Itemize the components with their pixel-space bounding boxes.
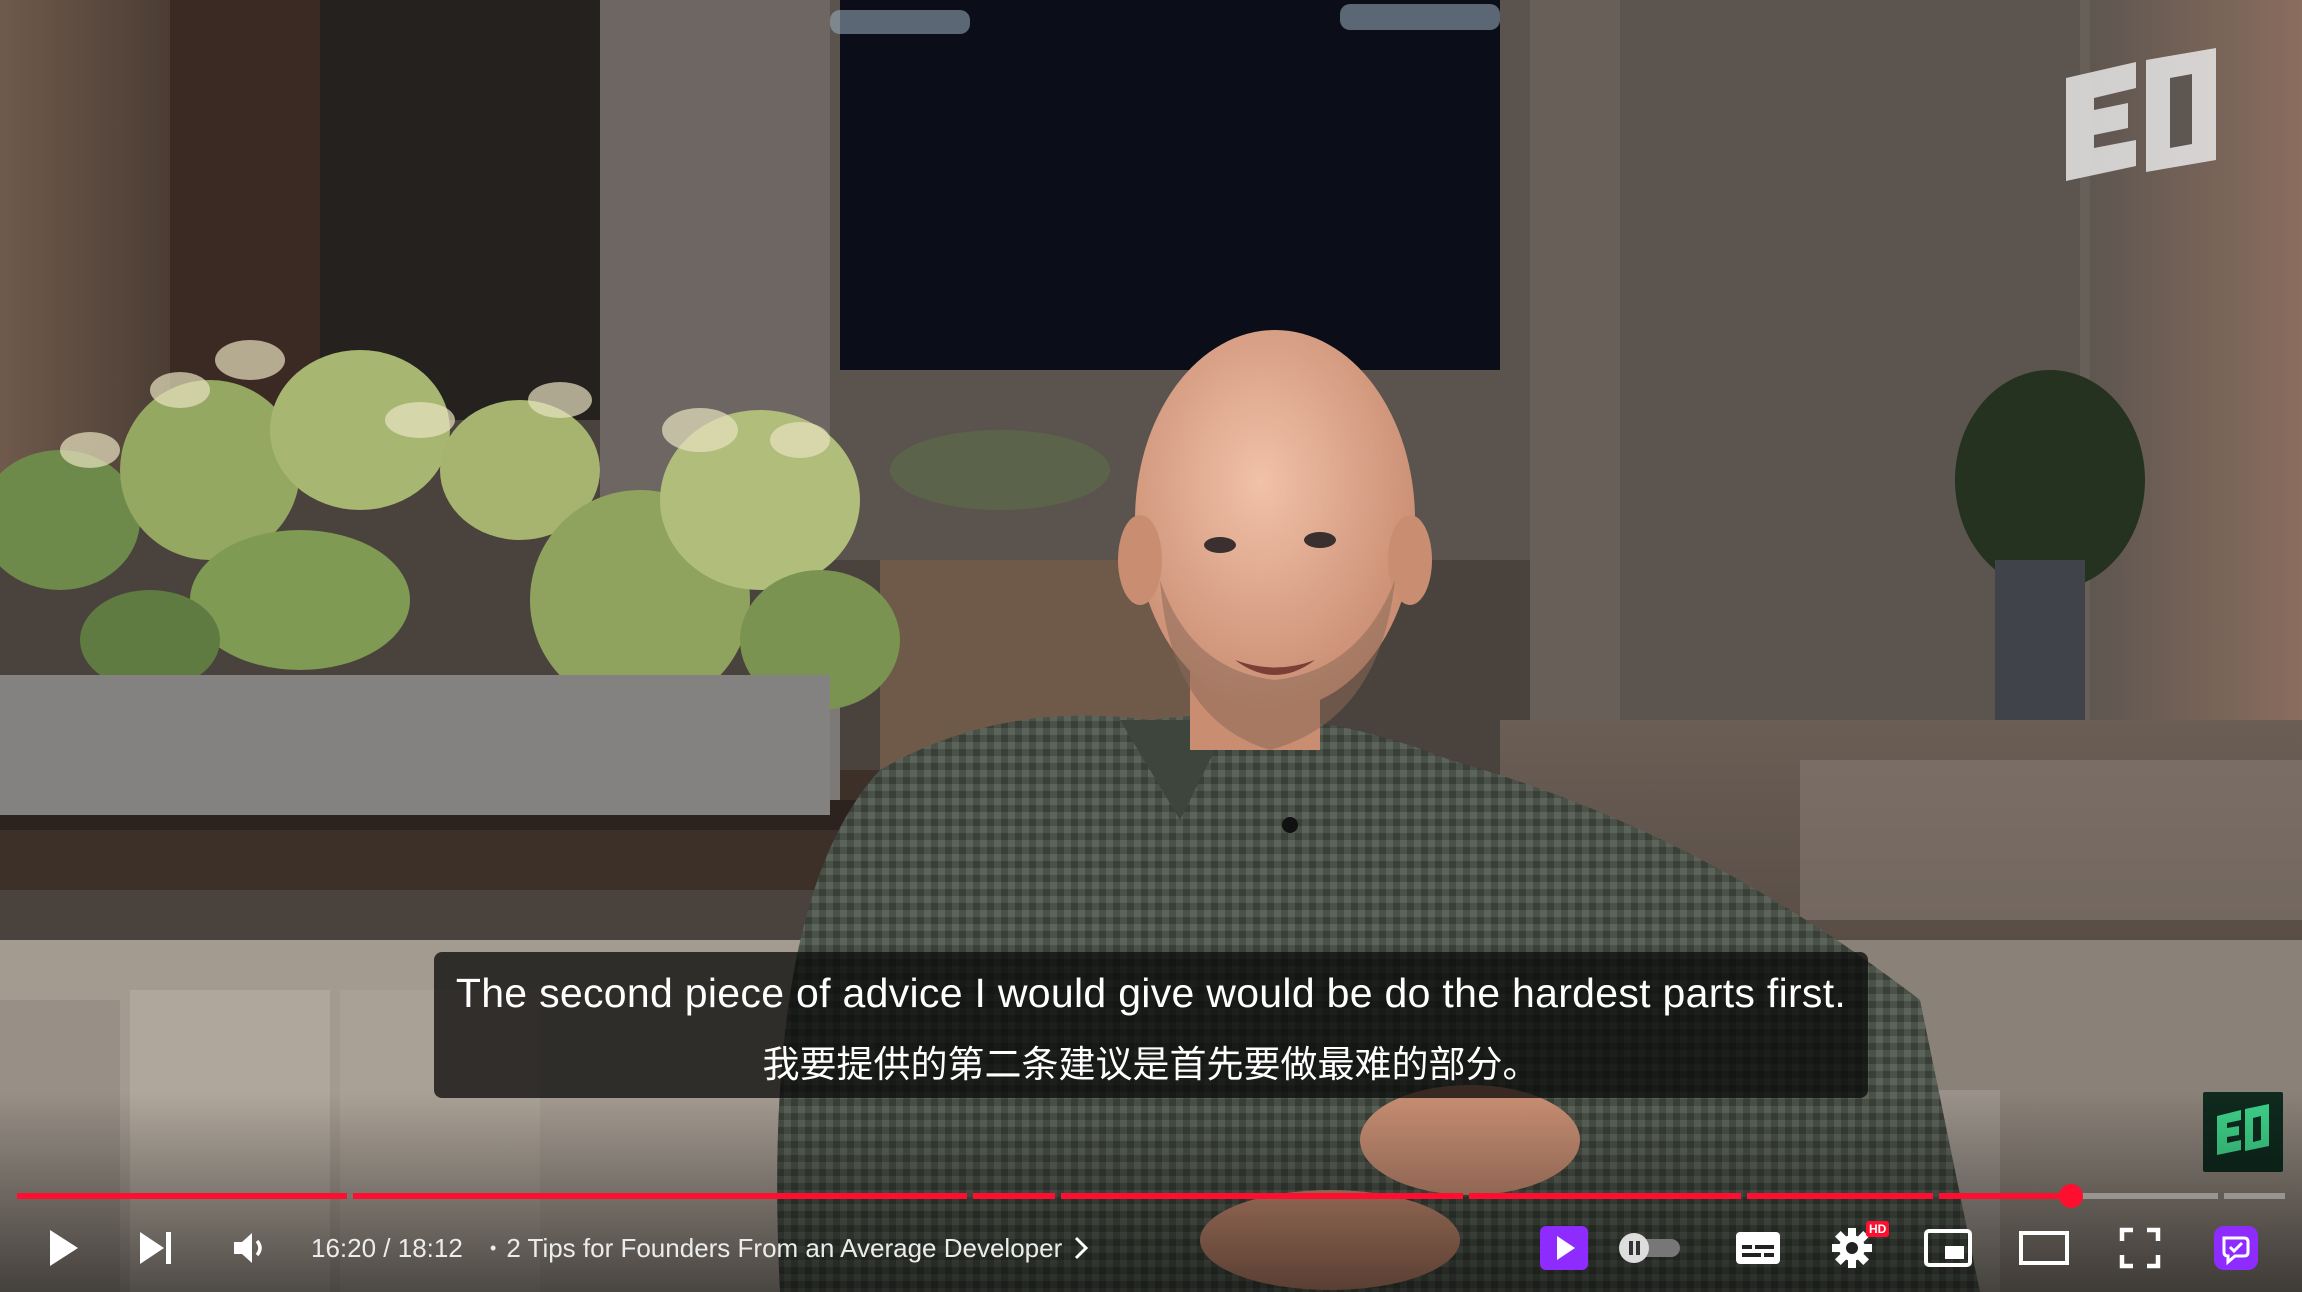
- time-display: 16:20 / 18:12: [311, 1231, 463, 1265]
- autoplay-toggle-icon: [1619, 1233, 1680, 1263]
- theater-mode-button[interactable]: [2014, 1210, 2074, 1286]
- skip-next-icon: [140, 1232, 171, 1264]
- extension-play-button[interactable]: [1536, 1210, 1592, 1286]
- play-icon: [50, 1230, 78, 1266]
- fullscreen-button[interactable]: [2110, 1210, 2170, 1286]
- translate-extension-icon: [2214, 1226, 2258, 1270]
- volume-icon: [234, 1233, 262, 1263]
- channel-watermark-logo: [2066, 48, 2218, 196]
- caption-box: The second piece of advice I would give …: [434, 952, 1868, 1098]
- chapter-bullet: •: [490, 1238, 497, 1258]
- subtitles-button[interactable]: [1728, 1210, 1788, 1286]
- chapter-segment[interactable]: [1469, 1193, 1741, 1199]
- caption-line-chinese: 我要提供的第二条建议是首先要做最难的部分。: [762, 1043, 1540, 1086]
- current-time: 16:20: [311, 1233, 377, 1263]
- mute-button[interactable]: [222, 1210, 278, 1286]
- next-video-button[interactable]: [128, 1210, 184, 1286]
- chapter-title-button[interactable]: • 2 Tips for Founders From an Average De…: [490, 1231, 1090, 1265]
- chapter-segment[interactable]: [1061, 1193, 1463, 1199]
- time-separator: /: [376, 1233, 398, 1263]
- chapter-segment[interactable]: [973, 1193, 1055, 1199]
- progress-scrubber-handle[interactable]: [2059, 1184, 2083, 1208]
- theater-mode-icon: [2019, 1231, 2069, 1265]
- player-control-bar: 16:20 / 18:12 • 2 Tips for Founders From…: [0, 1210, 2302, 1286]
- chapter-title: 2 Tips for Founders From an Average Deve…: [506, 1233, 1063, 1263]
- chapter-segment[interactable]: [1747, 1193, 1933, 1199]
- play-button[interactable]: [36, 1210, 92, 1286]
- purple-play-icon: [1540, 1226, 1588, 1270]
- chapter-segment[interactable]: [353, 1193, 967, 1199]
- caption-line-english: The second piece of advice I would give …: [455, 970, 1847, 1016]
- duration: 18:12: [397, 1233, 463, 1263]
- chevron-right-icon: [1075, 1236, 1089, 1260]
- miniplayer-icon: [1924, 1229, 1972, 1267]
- progress-remaining[interactable]: [2071, 1193, 2218, 1199]
- chapter-segment[interactable]: [1939, 1193, 2071, 1199]
- miniplayer-button[interactable]: [1918, 1210, 1978, 1286]
- autoplay-toggle[interactable]: [1616, 1210, 1686, 1286]
- fullscreen-icon: [2119, 1227, 2161, 1269]
- hd-quality-badge: HD: [1866, 1221, 1890, 1237]
- translate-extension-button[interactable]: [2208, 1210, 2264, 1286]
- progress-bar[interactable]: [17, 1184, 2285, 1208]
- progress-remaining[interactable]: [2224, 1193, 2285, 1199]
- subtitles-icon: [1736, 1232, 1780, 1264]
- video-player[interactable]: The second piece of advice I would give …: [0, 0, 2302, 1292]
- chapter-segment[interactable]: [17, 1193, 347, 1199]
